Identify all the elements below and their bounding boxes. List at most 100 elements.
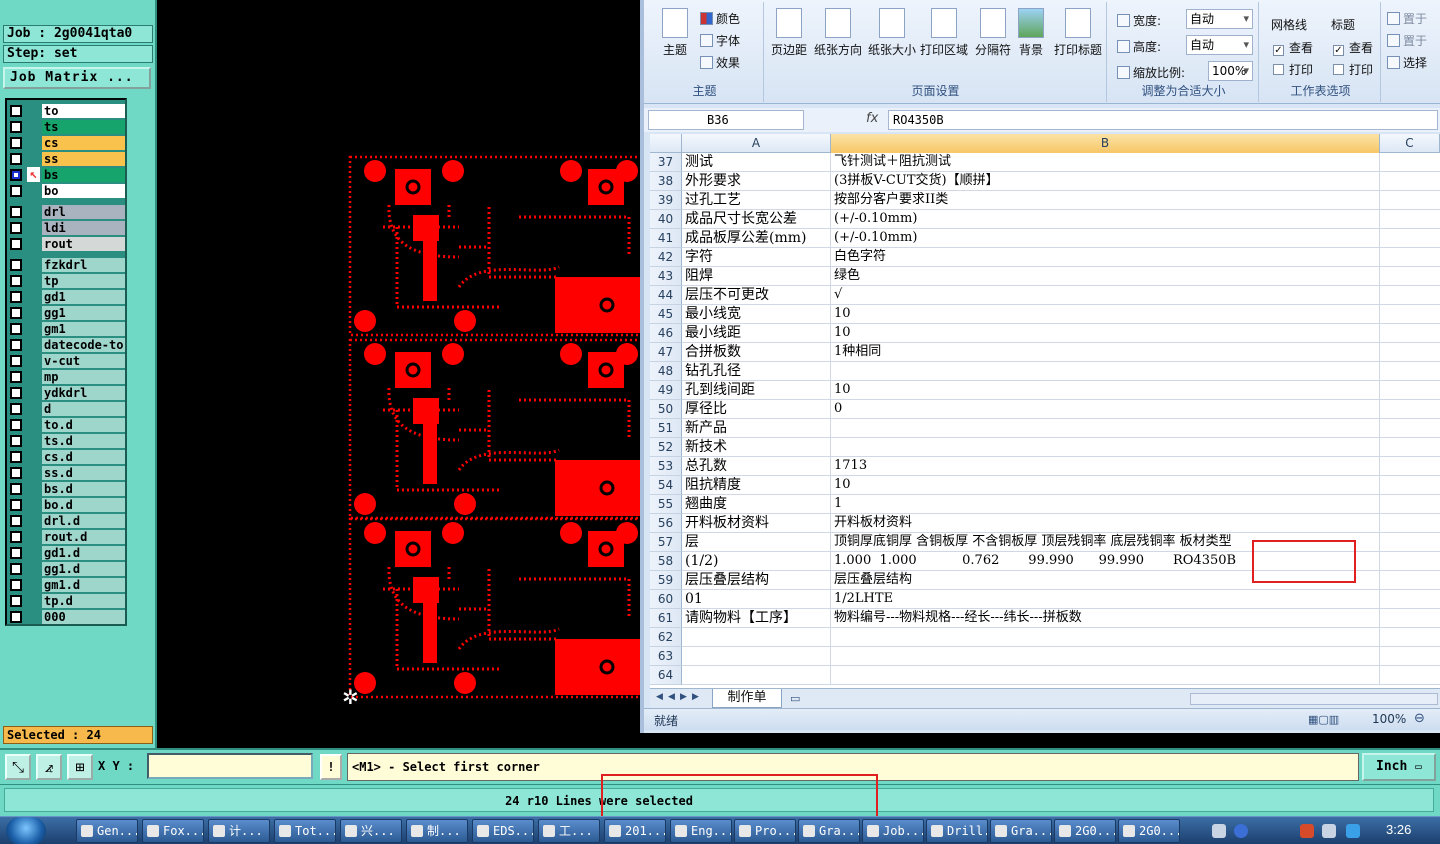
bring-front-button[interactable]: 置于 bbox=[1387, 10, 1427, 27]
cell-a[interactable]: 新产品 bbox=[682, 419, 831, 438]
layer-checkbox[interactable] bbox=[10, 563, 22, 575]
cell-a[interactable]: 过孔工艺 bbox=[682, 191, 831, 210]
cell-c[interactable] bbox=[1380, 267, 1440, 286]
layer-name[interactable]: gg1 bbox=[42, 306, 125, 320]
layer-name[interactable]: drl.d bbox=[42, 514, 125, 528]
cell-c[interactable] bbox=[1380, 514, 1440, 533]
layer-checkbox[interactable] bbox=[10, 323, 22, 335]
layer-name[interactable]: fzkdrl bbox=[42, 258, 125, 272]
layer-checkbox[interactable] bbox=[10, 499, 22, 511]
cell-c[interactable] bbox=[1380, 457, 1440, 476]
xy-input[interactable] bbox=[147, 753, 313, 779]
units-button[interactable]: Inch ▭ bbox=[1362, 753, 1436, 781]
layer-checkbox[interactable] bbox=[10, 222, 22, 234]
effects-button[interactable]: 效果 bbox=[700, 54, 740, 71]
cell-b[interactable]: (+/-0.10mm) bbox=[831, 210, 1380, 229]
layer-row-drl[interactable]: drl bbox=[7, 204, 125, 220]
cell-c[interactable] bbox=[1380, 324, 1440, 343]
cell-a[interactable]: 请购物料【工序】 bbox=[682, 609, 831, 628]
print-titles-button[interactable]: 打印标题 bbox=[1051, 8, 1105, 58]
row-header[interactable]: 45 bbox=[650, 305, 682, 324]
row-header[interactable]: 62 bbox=[650, 628, 682, 647]
width-select[interactable]: 自动 bbox=[1186, 9, 1253, 29]
zoom-area-icon[interactable]: ⤡ bbox=[5, 754, 31, 780]
layer-row-gm1-d[interactable]: gm1.d bbox=[7, 577, 125, 593]
cell-b[interactable]: 飞针测试＋阻抗测试 bbox=[831, 153, 1380, 172]
cell-b[interactable] bbox=[831, 666, 1380, 685]
layer-checkbox[interactable] bbox=[10, 579, 22, 591]
selection-pane-button[interactable]: 选择 bbox=[1387, 54, 1427, 71]
scale-input[interactable]: 100% bbox=[1208, 61, 1253, 81]
cell-a[interactable]: (1/2) bbox=[682, 552, 831, 571]
cell-b[interactable]: 白色字符 bbox=[831, 248, 1380, 267]
cell-b[interactable]: 1 bbox=[831, 495, 1380, 514]
keyboard-icon[interactable] bbox=[1212, 824, 1226, 838]
layer-checkbox[interactable] bbox=[10, 153, 22, 165]
cell-c[interactable] bbox=[1380, 153, 1440, 172]
layer-name[interactable]: to bbox=[42, 104, 125, 118]
row-header[interactable]: 38 bbox=[650, 172, 682, 191]
size-button[interactable]: 纸张大小 bbox=[865, 8, 919, 58]
layer-name[interactable]: gm1.d bbox=[42, 578, 125, 592]
taskbar-item[interactable]: 2G0... bbox=[1054, 819, 1116, 843]
cell-b[interactable]: (+/-0.10mm) bbox=[831, 229, 1380, 248]
breaks-button[interactable]: 分隔符 bbox=[971, 8, 1015, 58]
taskbar-item[interactable]: Job... bbox=[862, 819, 924, 843]
layer-name[interactable]: tp bbox=[42, 274, 125, 288]
cell-a[interactable]: 层压不可更改 bbox=[682, 286, 831, 305]
theme-button[interactable]: 主题 bbox=[652, 8, 698, 58]
cell-a[interactable]: 新技术 bbox=[682, 438, 831, 457]
cell-a[interactable]: 字符 bbox=[682, 248, 831, 267]
layer-row-ss-d[interactable]: ss.d bbox=[7, 465, 125, 481]
layer-row-bs-d[interactable]: bs.d bbox=[7, 481, 125, 497]
column-header-b[interactable]: B bbox=[831, 134, 1380, 153]
row-header[interactable]: 60 bbox=[650, 590, 682, 609]
layer-row-000[interactable]: 000 bbox=[7, 609, 125, 625]
layer-row-cs-d[interactable]: cs.d bbox=[7, 449, 125, 465]
cell-a[interactable]: 成品尺寸长宽公差 bbox=[682, 210, 831, 229]
layer-row-rout-d[interactable]: rout.d bbox=[7, 529, 125, 545]
cell-a[interactable]: 钻孔孔径 bbox=[682, 362, 831, 381]
view-mode-icons[interactable]: ▦▢▥ bbox=[1308, 713, 1339, 726]
cell-a[interactable]: 开料板材资料 bbox=[682, 514, 831, 533]
layer-checkbox[interactable] bbox=[10, 451, 22, 463]
cell-a[interactable]: 翘曲度 bbox=[682, 495, 831, 514]
layer-checkbox[interactable] bbox=[10, 121, 22, 133]
cell-b[interactable]: (3拼板V-CUT交货)【顺拼】 bbox=[831, 172, 1380, 191]
cell-a[interactable]: 层压叠层结构 bbox=[682, 571, 831, 590]
cell-b[interactable]: 物料编号---物料规格---经长---纬长---拼板数 bbox=[831, 609, 1380, 628]
first-sheet-icon[interactable]: ◀ bbox=[656, 692, 663, 702]
cell-a[interactable]: 阻抗精度 bbox=[682, 476, 831, 495]
layer-name[interactable]: bs bbox=[42, 168, 125, 182]
cell-c[interactable] bbox=[1380, 419, 1440, 438]
layer-checkbox[interactable] bbox=[10, 435, 22, 447]
headings-print-checkbox[interactable]: 打印 bbox=[1333, 61, 1373, 78]
insert-sheet-icon[interactable]: ▭ bbox=[790, 692, 800, 705]
taskbar-item[interactable]: Pro... bbox=[734, 819, 796, 843]
taskbar-item[interactable]: 工... bbox=[538, 819, 600, 843]
layer-name[interactable]: drl bbox=[42, 205, 125, 219]
row-header[interactable]: 40 bbox=[650, 210, 682, 229]
layer-checkbox[interactable] bbox=[10, 169, 22, 181]
layer-checkbox[interactable] bbox=[10, 137, 22, 149]
cell-a[interactable] bbox=[682, 666, 831, 685]
row-header[interactable]: 47 bbox=[650, 343, 682, 362]
layer-row-mp[interactable]: mp bbox=[7, 369, 125, 385]
fx-icon[interactable]: fx bbox=[866, 111, 878, 126]
cell-b[interactable]: √ bbox=[831, 286, 1380, 305]
layer-name[interactable]: gm1 bbox=[42, 322, 125, 336]
cell-b[interactable]: 1种相同 bbox=[831, 343, 1380, 362]
horizontal-scrollbar[interactable] bbox=[1190, 693, 1438, 705]
taskbar-item[interactable]: Eng... bbox=[670, 819, 732, 843]
monitor-icon[interactable] bbox=[1322, 824, 1336, 838]
layer-row-gg1-d[interactable]: gg1.d bbox=[7, 561, 125, 577]
app-tray-icon[interactable] bbox=[1346, 824, 1360, 838]
cell-c[interactable] bbox=[1380, 210, 1440, 229]
layer-name[interactable]: cs.d bbox=[42, 450, 125, 464]
last-sheet-icon[interactable]: ▶ bbox=[692, 692, 699, 702]
layer-name[interactable]: ts.d bbox=[42, 434, 125, 448]
cell-a[interactable]: 成品板厚公差(mm) bbox=[682, 229, 831, 248]
layer-name[interactable]: ldi bbox=[42, 221, 125, 235]
layer-row-d[interactable]: d bbox=[7, 401, 125, 417]
layer-name[interactable]: bs.d bbox=[42, 482, 125, 496]
